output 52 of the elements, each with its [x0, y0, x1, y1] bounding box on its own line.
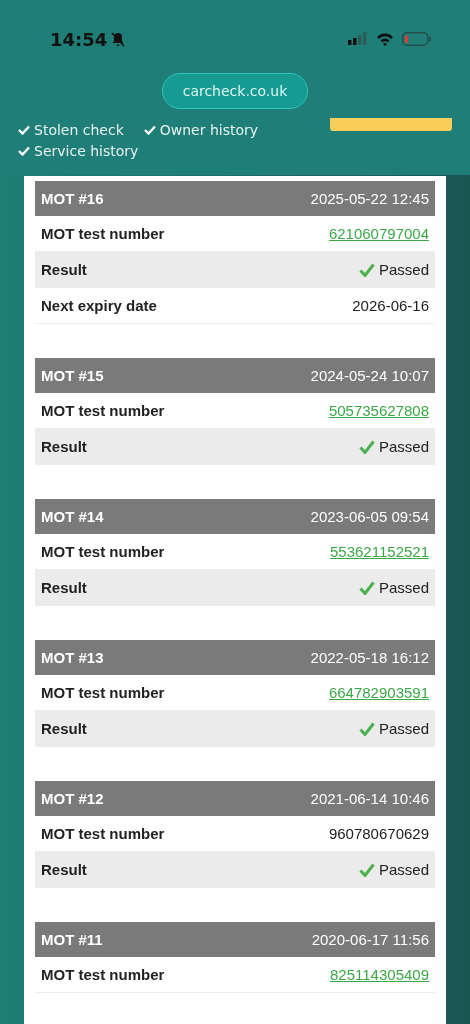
mot-title: MOT #16 — [41, 190, 104, 207]
row-label: Result — [41, 579, 87, 596]
status-time: 14:54 — [50, 28, 108, 50]
row-label: Result — [41, 720, 87, 737]
row-label: Next expiry date — [41, 297, 157, 314]
mot-date: 2023-06-05 09:54 — [310, 508, 429, 525]
test-number-link[interactable]: 664782903591 — [328, 684, 429, 701]
feature-label: Stolen check — [34, 121, 124, 138]
row-label: Result — [41, 861, 87, 878]
result-value: Passed — [378, 579, 429, 596]
test-number-link[interactable]: 553621152521 — [330, 543, 429, 560]
check-icon — [18, 124, 30, 135]
mot-date: 2025-05-22 12:45 — [310, 190, 429, 207]
battery-icon — [402, 32, 432, 46]
check-icon — [358, 721, 375, 736]
check-icon — [358, 580, 375, 595]
signal-icon — [348, 32, 368, 46]
row-label: MOT test number — [41, 225, 165, 242]
mot-title: MOT #15 — [41, 367, 104, 384]
mot-date: 2024-05-24 10:07 — [310, 367, 429, 384]
result-value: Passed — [378, 261, 429, 278]
feature-label: Owner history — [159, 121, 259, 138]
mot-title: MOT #12 — [41, 790, 104, 807]
check-icon — [358, 439, 375, 454]
check-icon — [358, 262, 375, 277]
wifi-icon — [376, 32, 394, 46]
row-value: 960780670629 — [328, 825, 429, 842]
check-icon — [358, 862, 375, 877]
site-button[interactable]: carcheck.co.uk — [161, 73, 309, 109]
mot-title: MOT #14 — [41, 508, 104, 525]
row-label: MOT test number — [41, 543, 165, 560]
row-label: MOT test number — [41, 825, 165, 842]
result-value: Passed — [378, 720, 429, 737]
result-value: Passed — [378, 861, 429, 878]
row-label: MOT test number — [41, 684, 165, 701]
mot-title: MOT #11 — [41, 931, 103, 948]
result-value: Passed — [378, 438, 429, 455]
row-label: Result — [41, 438, 87, 455]
test-number-link[interactable]: 621060797004 — [328, 225, 429, 242]
test-number-link[interactable]: 505735627808 — [328, 402, 429, 419]
check-icon — [143, 124, 156, 135]
row-label: Result — [41, 261, 87, 278]
check-icon — [18, 145, 30, 156]
test-number-link[interactable]: 825114305409 — [330, 966, 429, 983]
row-label: MOT test number — [41, 966, 165, 983]
mot-date: 2021-06-14 10:46 — [310, 790, 429, 807]
row-label: MOT test number — [41, 402, 165, 419]
row-value: 2026-06-16 — [352, 297, 429, 314]
mot-date: 2022-05-18 16:12 — [310, 649, 429, 666]
feature-label: Service history — [34, 142, 139, 159]
mot-title: MOT #13 — [41, 649, 104, 666]
mot-date: 2020-06-17 11:56 — [311, 931, 429, 948]
